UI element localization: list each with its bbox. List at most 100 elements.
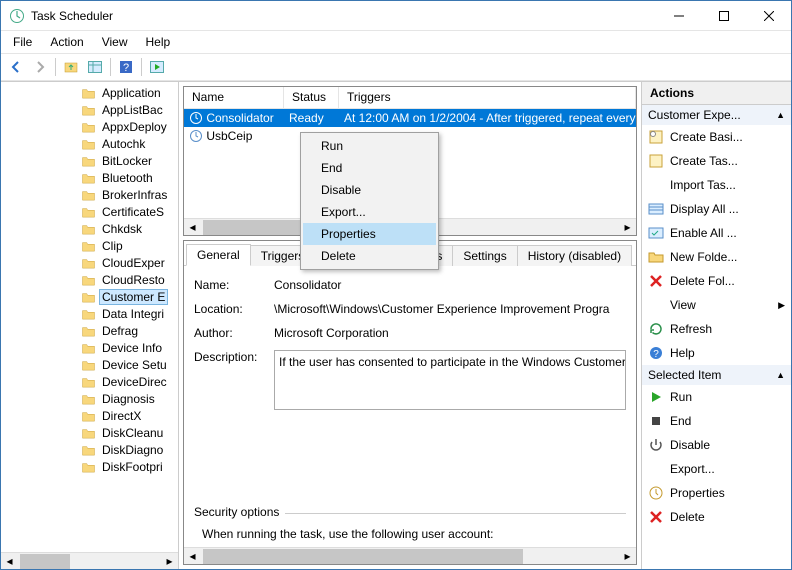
tree-item[interactable]: Clip — [1, 237, 178, 254]
tree-item[interactable]: Data Integri — [1, 305, 178, 322]
action-label: Help — [670, 346, 695, 360]
action-label: End — [670, 414, 691, 428]
menubar: File Action View Help — [1, 31, 791, 53]
scroll-right-icon[interactable]: ▸ — [161, 553, 178, 570]
tab-history-disabled-[interactable]: History (disabled) — [517, 245, 632, 266]
action-export[interactable]: Export... — [642, 457, 791, 481]
maximize-button[interactable] — [701, 1, 746, 30]
action-create-basic-task[interactable]: Create Basi... — [642, 125, 791, 149]
tree-item[interactable]: Customer E — [1, 288, 178, 305]
up-button[interactable] — [60, 56, 82, 78]
menu-view[interactable]: View — [94, 33, 136, 51]
tree-item[interactable]: CertificateS — [1, 203, 178, 220]
tree-item[interactable]: BrokerInfras — [1, 186, 178, 203]
tree-item[interactable]: AppxDeploy — [1, 118, 178, 135]
tree-item[interactable]: CloudResto — [1, 271, 178, 288]
context-run[interactable]: Run — [303, 135, 436, 157]
tree-item[interactable]: DiskFootpri — [1, 458, 178, 475]
col-triggers[interactable]: Triggers — [339, 87, 636, 108]
tree-item[interactable]: Bluetooth — [1, 169, 178, 186]
context-end[interactable]: End — [303, 157, 436, 179]
tree-item[interactable]: DirectX — [1, 407, 178, 424]
action-delete-folder[interactable]: Delete Fol... — [642, 269, 791, 293]
tree-item-label: Customer E — [99, 289, 168, 305]
action-delete[interactable]: Delete — [642, 505, 791, 529]
close-button[interactable] — [746, 1, 791, 30]
forward-button[interactable] — [29, 56, 51, 78]
action-help[interactable]: ?Help — [642, 341, 791, 365]
scroll-right-icon[interactable]: ▸ — [619, 219, 636, 236]
action-enable-all[interactable]: Enable All ... — [642, 221, 791, 245]
tree-item[interactable]: Defrag — [1, 322, 178, 339]
description-value[interactable]: If the user has consented to participate… — [274, 350, 626, 410]
tree-item[interactable]: Application — [1, 84, 178, 101]
tree-item[interactable]: Chkdsk — [1, 220, 178, 237]
collapse-icon[interactable]: ▲ — [776, 110, 785, 120]
tree-hscrollbar[interactable]: ◂ ▸ — [1, 552, 178, 569]
tab-general[interactable]: General — [186, 244, 251, 266]
tree-item[interactable]: Device Setu — [1, 356, 178, 373]
col-status[interactable]: Status — [284, 87, 339, 108]
scroll-left-icon[interactable]: ◂ — [184, 548, 201, 565]
action-end[interactable]: End — [642, 409, 791, 433]
toolbar: ? — [1, 53, 791, 81]
enable-all-icon — [648, 225, 664, 241]
tree-item-label: AppListBac — [99, 103, 166, 117]
back-button[interactable] — [5, 56, 27, 78]
tree-item-label: Chkdsk — [99, 222, 145, 236]
menu-file[interactable]: File — [5, 33, 40, 51]
action-display-all[interactable]: Display All ... — [642, 197, 791, 221]
tree-item[interactable]: DiskDiagno — [1, 441, 178, 458]
action-view[interactable]: View▶ — [642, 293, 791, 317]
tree-item[interactable]: BitLocker — [1, 152, 178, 169]
scroll-left-icon[interactable]: ◂ — [1, 553, 18, 570]
task-row[interactable]: ConsolidatorReadyAt 12:00 AM on 1/2/2004… — [184, 109, 636, 127]
security-options-label: Security options — [194, 505, 285, 519]
help-button[interactable]: ? — [115, 56, 137, 78]
tree-item[interactable]: Diagnosis — [1, 390, 178, 407]
tree-item[interactable]: DiskCleanu — [1, 424, 178, 441]
context-menu: RunEndDisableExport...PropertiesDelete — [300, 132, 439, 270]
tree-pane: Application AppListBacAppxDeployAutochkBi… — [1, 82, 179, 569]
tab-settings[interactable]: Settings — [452, 245, 517, 266]
tree-item[interactable]: DeviceDirec — [1, 373, 178, 390]
collapse-icon[interactable]: ▲ — [776, 370, 785, 380]
action-run[interactable]: Run — [642, 385, 791, 409]
context-delete[interactable]: Delete — [303, 245, 436, 267]
context-disable[interactable]: Disable — [303, 179, 436, 201]
action-disable[interactable]: Disable — [642, 433, 791, 457]
name-value: Consolidator — [274, 278, 626, 292]
svg-text:?: ? — [123, 62, 129, 74]
action-label: Disable — [670, 438, 710, 452]
menu-help[interactable]: Help — [138, 33, 179, 51]
location-value: \Microsoft\Windows\Customer Experience I… — [274, 302, 626, 316]
tree-item-label: CloudResto — [99, 273, 168, 287]
scroll-thumb[interactable] — [20, 554, 70, 569]
context-export[interactable]: Export... — [303, 201, 436, 223]
action-label: Properties — [670, 486, 725, 500]
minimize-button[interactable] — [656, 1, 701, 30]
tree-item[interactable]: Autochk — [1, 135, 178, 152]
scroll-right-icon[interactable]: ▸ — [619, 548, 636, 565]
delete-icon — [648, 509, 664, 525]
context-properties[interactable]: Properties — [303, 223, 436, 245]
scroll-left-icon[interactable]: ◂ — [184, 219, 201, 236]
tree-item[interactable]: Device Info — [1, 339, 178, 356]
panes-button[interactable] — [84, 56, 106, 78]
action-import[interactable]: Import Tas... — [642, 173, 791, 197]
scroll-thumb[interactable] — [203, 549, 523, 564]
run-selected-button[interactable] — [146, 56, 168, 78]
detail-hscrollbar[interactable]: ◂ ▸ — [184, 547, 636, 564]
menu-action[interactable]: Action — [42, 33, 91, 51]
actions-group-selected[interactable]: Selected Item▲ — [642, 365, 791, 385]
tree-item[interactable]: CloudExper — [1, 254, 178, 271]
action-refresh[interactable]: Refresh — [642, 317, 791, 341]
task-name: Consolidator — [206, 111, 273, 125]
col-name[interactable]: Name — [184, 87, 284, 108]
tree-item[interactable]: AppListBac — [1, 101, 178, 118]
action-new-folder[interactable]: New Folde... — [642, 245, 791, 269]
action-properties[interactable]: Properties — [642, 481, 791, 505]
actions-group-customer[interactable]: Customer Expe...▲ — [642, 105, 791, 125]
security-account-text: When running the task, use the following… — [194, 519, 626, 543]
action-create-task[interactable]: Create Tas... — [642, 149, 791, 173]
